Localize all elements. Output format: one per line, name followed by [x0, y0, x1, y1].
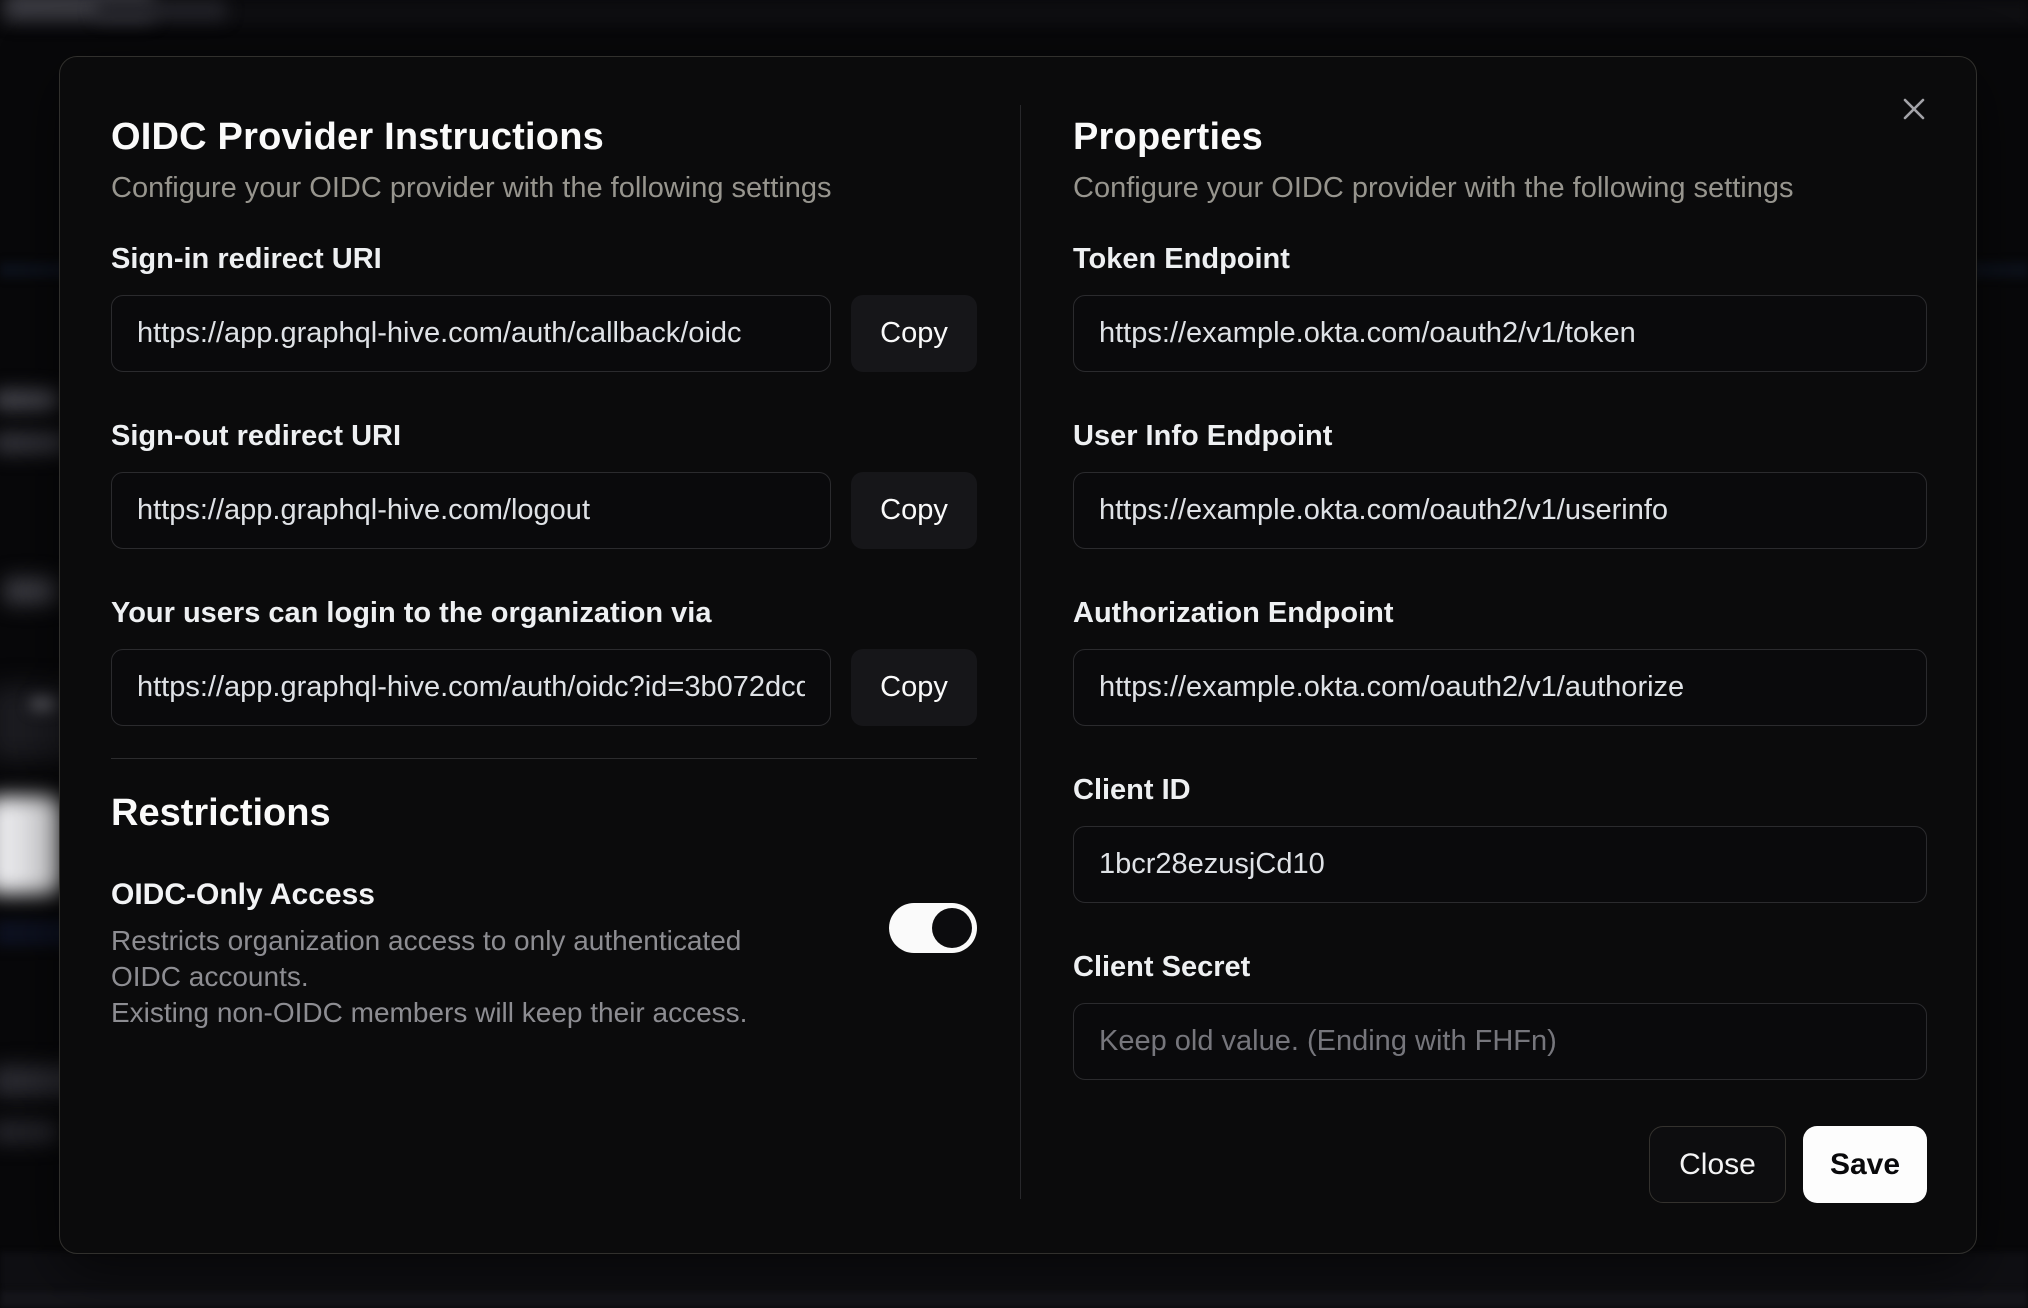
copy-sign-out-uri-button[interactable]: Copy [851, 472, 977, 549]
client-id-input[interactable] [1073, 826, 1927, 903]
token-endpoint-row [1073, 295, 1927, 372]
login-url-label: Your users can login to the organization… [111, 597, 712, 629]
background-bottom-strip [0, 1290, 2028, 1308]
properties-title: Properties [1073, 116, 1263, 158]
instructions-panel: OIDC Provider Instructions Configure you… [111, 57, 977, 1031]
background-bottom-strip [0, 1252, 2028, 1290]
authorization-endpoint-label: Authorization Endpoint [1073, 597, 1394, 629]
client-secret-label: Client Secret [1073, 951, 1251, 983]
token-endpoint-input[interactable] [1073, 295, 1927, 372]
close-button[interactable]: Close [1649, 1126, 1786, 1203]
background-top-strip [0, 0, 2028, 26]
client-id-row [1073, 826, 1927, 903]
sign-out-redirect-uri-row: Copy [111, 472, 977, 549]
background-blur-artifact [0, 796, 62, 894]
dialog-actions: Close Save [1073, 1126, 1927, 1203]
section-divider [111, 758, 977, 759]
login-url-input[interactable] [111, 649, 831, 726]
save-button[interactable]: Save [1803, 1126, 1927, 1203]
column-divider [1020, 105, 1021, 1199]
properties-panel: Properties Configure your OIDC provider … [1073, 57, 1927, 1203]
client-secret-input[interactable] [1073, 1003, 1927, 1080]
toggle-thumb [932, 908, 972, 948]
sign-in-redirect-uri-input[interactable] [111, 295, 831, 372]
user-info-endpoint-input[interactable] [1073, 472, 1927, 549]
description-line-1: Restricts organization access to only au… [111, 925, 742, 992]
sign-out-redirect-uri-input[interactable] [111, 472, 831, 549]
oidc-only-access-row: OIDC-Only Access Restricts organization … [111, 875, 977, 1031]
page-background: { "dialog": { "left": { "title": "OIDC P… [0, 0, 2028, 1308]
background-blur-artifact [0, 432, 66, 454]
token-endpoint-label: Token Endpoint [1073, 243, 1290, 275]
background-blur-artifact [30, 697, 56, 711]
background-blur-artifact [0, 390, 58, 410]
background-blur-artifact [96, 0, 226, 20]
client-id-label: Client ID [1073, 774, 1191, 806]
oidc-only-access-description: Restricts organization access to only au… [111, 923, 811, 1031]
copy-login-url-button[interactable]: Copy [851, 649, 977, 726]
oidc-only-access-label: OIDC-Only Access [111, 878, 375, 911]
sign-out-redirect-uri-label: Sign-out redirect URI [111, 420, 402, 452]
restrictions-title: Restrictions [111, 792, 331, 834]
oidc-provider-dialog: OIDC Provider Instructions Configure you… [59, 56, 1977, 1254]
authorization-endpoint-input[interactable] [1073, 649, 1927, 726]
background-blur-artifact [0, 1120, 58, 1144]
background-blur-artifact [4, 578, 56, 604]
authorization-endpoint-row [1073, 649, 1927, 726]
user-info-endpoint-row [1073, 472, 1927, 549]
instructions-title: OIDC Provider Instructions [111, 116, 604, 158]
description-line-2: Existing non-OIDC members will keep thei… [111, 997, 748, 1028]
login-url-row: Copy [111, 649, 977, 726]
properties-subtitle: Configure your OIDC provider with the fo… [1073, 172, 1794, 204]
client-secret-row [1073, 1003, 1927, 1080]
sign-in-redirect-uri-label: Sign-in redirect URI [111, 243, 382, 275]
user-info-endpoint-label: User Info Endpoint [1073, 420, 1333, 452]
oidc-only-access-toggle[interactable] [889, 903, 977, 953]
background-blur-artifact [4, 0, 154, 20]
copy-sign-in-uri-button[interactable]: Copy [851, 295, 977, 372]
instructions-subtitle: Configure your OIDC provider with the fo… [111, 172, 832, 204]
sign-in-redirect-uri-row: Copy [111, 295, 977, 372]
